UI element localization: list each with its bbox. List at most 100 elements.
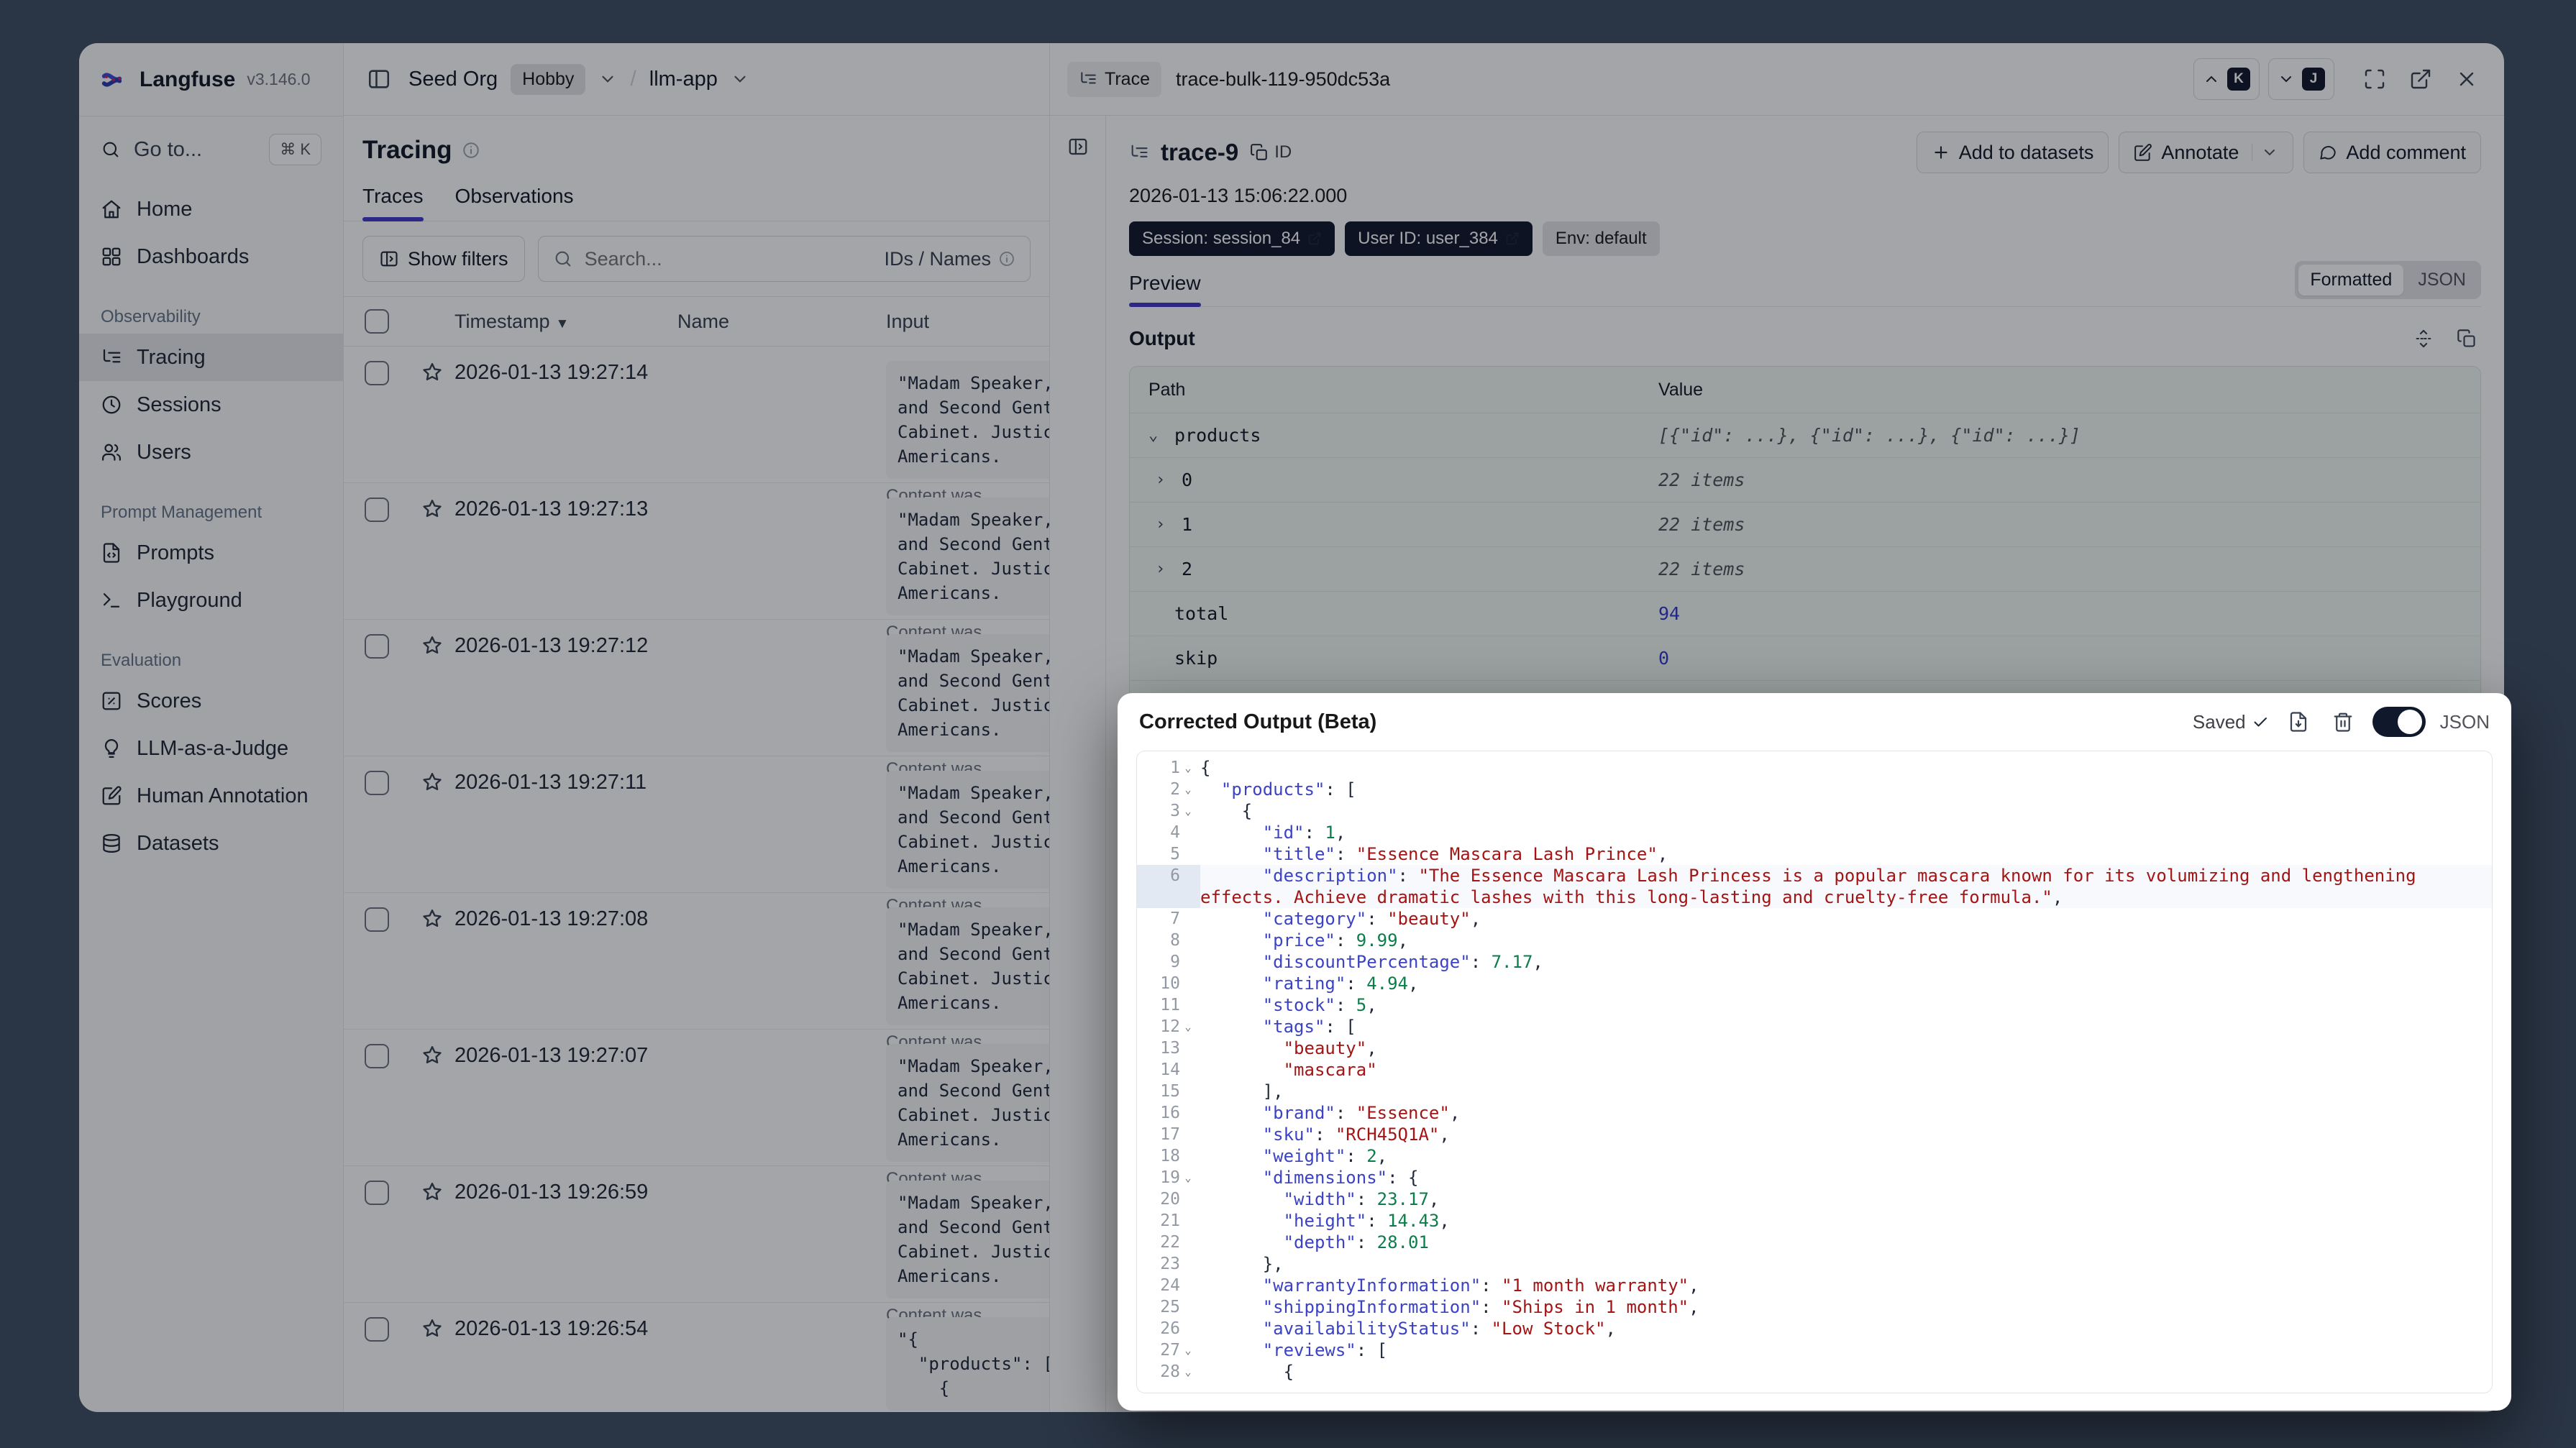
code-line[interactable]: 3 ⌄ { — [1137, 800, 2492, 822]
json-toggle[interactable] — [2372, 707, 2426, 737]
line-number: 19 — [1160, 1168, 1180, 1187]
line-number: 1 — [1170, 759, 1180, 777]
code-text: }, — [1200, 1254, 1284, 1274]
dialog-title: Corrected Output (Beta) — [1139, 710, 1377, 733]
line-number: 18 — [1160, 1147, 1180, 1165]
line-gutter: 15 — [1137, 1081, 1200, 1102]
trash-icon[interactable] — [2328, 707, 2358, 737]
code-line[interactable]: 9 "discountPercentage": 7.17, — [1137, 951, 2492, 973]
code-text: "availabilityStatus": "Low Stock", — [1262, 1319, 1616, 1339]
fold-chevron-icon[interactable]: ⌄ — [1180, 757, 1196, 779]
code-line[interactable]: 1 ⌄{ — [1137, 757, 2492, 779]
code-text: "dimensions": { — [1262, 1168, 1419, 1188]
code-line[interactable]: 23 }, — [1137, 1253, 2492, 1275]
code-line[interactable]: 21 "height": 14.43, — [1137, 1210, 2492, 1232]
code-text: "products": [ — [1220, 779, 1356, 799]
line-gutter: 16 — [1137, 1102, 1200, 1124]
no-icon — [1180, 1145, 1196, 1167]
fold-chevron-icon[interactable]: ⌄ — [1180, 779, 1196, 800]
no-icon — [1180, 865, 1196, 908]
code-line[interactable]: 22 "depth": 28.01 — [1137, 1232, 2492, 1253]
line-gutter: 13 — [1137, 1037, 1200, 1059]
code-text: "mascara" — [1283, 1060, 1377, 1080]
code-text: "price": 9.99, — [1262, 930, 1409, 950]
fold-chevron-icon[interactable]: ⌄ — [1180, 800, 1196, 822]
line-gutter: 8 — [1137, 930, 1200, 951]
code-line[interactable]: 24 "warrantyInformation": "1 month warra… — [1137, 1275, 2492, 1296]
code-text: "discountPercentage": 7.17, — [1262, 952, 1543, 972]
no-icon — [1180, 1296, 1196, 1318]
code-line[interactable]: 14 "mascara" — [1137, 1059, 2492, 1081]
code-line[interactable]: 25 "shippingInformation": "Ships in 1 mo… — [1137, 1296, 2492, 1318]
code-line[interactable]: 13 "beauty", — [1137, 1037, 2492, 1059]
line-number: 8 — [1170, 931, 1180, 950]
code-text: "weight": 2, — [1262, 1146, 1388, 1166]
line-number: 10 — [1160, 974, 1180, 993]
line-gutter: 28 ⌄ — [1137, 1361, 1200, 1383]
line-number: 26 — [1160, 1319, 1180, 1338]
line-number: 12 — [1160, 1017, 1180, 1036]
code-line[interactable]: 8 "price": 9.99, — [1137, 930, 2492, 951]
code-text: "category": "beauty", — [1262, 909, 1481, 929]
no-icon — [1180, 1318, 1196, 1339]
code-line[interactable]: 26 "availabilityStatus": "Low Stock", — [1137, 1318, 2492, 1339]
code-line[interactable]: 18 "weight": 2, — [1137, 1145, 2492, 1167]
code-text: "brand": "Essence", — [1262, 1103, 1461, 1123]
line-number: 20 — [1160, 1190, 1180, 1209]
line-number: 2 — [1170, 780, 1180, 799]
code-text: "height": 14.43, — [1283, 1211, 1450, 1231]
code-line[interactable]: 20 "width": 23.17, — [1137, 1188, 2492, 1210]
no-icon — [1180, 843, 1196, 865]
code-line[interactable]: 2 ⌄ "products": [ — [1137, 779, 2492, 800]
line-gutter: 11 — [1137, 994, 1200, 1016]
code-line[interactable]: 5 "title": "Essence Mascara Lash Prince"… — [1137, 843, 2492, 865]
code-line[interactable]: 4 "id": 1, — [1137, 822, 2492, 843]
code-line[interactable]: 28 ⌄ { — [1137, 1361, 2492, 1383]
line-gutter: 18 — [1137, 1145, 1200, 1167]
code-line[interactable]: 16 "brand": "Essence", — [1137, 1102, 2492, 1124]
code-line[interactable]: 12 ⌄ "tags": [ — [1137, 1016, 2492, 1037]
code-line[interactable]: 6 "description": "The Essence Mascara La… — [1137, 865, 2492, 908]
fold-chevron-icon[interactable]: ⌄ — [1180, 1167, 1196, 1188]
code-text: "reviews": [ — [1262, 1340, 1388, 1360]
fold-chevron-icon[interactable]: ⌄ — [1180, 1016, 1196, 1037]
code-line[interactable]: 17 "sku": "RCH45Q1A", — [1137, 1124, 2492, 1145]
export-file-icon[interactable] — [2283, 707, 2314, 737]
code-text: "warrantyInformation": "1 month warranty… — [1262, 1275, 1699, 1296]
line-number: 27 — [1160, 1341, 1180, 1360]
code-line[interactable]: 15 ], — [1137, 1081, 2492, 1102]
line-gutter: 27 ⌄ — [1137, 1339, 1200, 1361]
no-icon — [1180, 1210, 1196, 1232]
line-number: 22 — [1160, 1233, 1180, 1252]
code-line[interactable]: 19 ⌄ "dimensions": { — [1137, 1167, 2492, 1188]
no-icon — [1180, 1037, 1196, 1059]
line-gutter: 24 — [1137, 1275, 1200, 1296]
line-number: 3 — [1170, 802, 1180, 820]
line-number: 14 — [1160, 1060, 1180, 1079]
line-gutter: 25 — [1137, 1296, 1200, 1318]
json-editor[interactable]: 1 ⌄{2 ⌄ "products": [3 ⌄ {4 "id": 1, 5 "titl… — [1136, 751, 2493, 1393]
line-gutter: 3 ⌄ — [1137, 800, 1200, 822]
line-gutter: 14 — [1137, 1059, 1200, 1081]
line-number: 6 — [1170, 866, 1180, 885]
line-gutter: 17 — [1137, 1124, 1200, 1145]
line-number: 17 — [1160, 1125, 1180, 1144]
code-line[interactable]: 11 "stock": 5, — [1137, 994, 2492, 1016]
fold-chevron-icon[interactable]: ⌄ — [1180, 1339, 1196, 1361]
fold-chevron-icon[interactable]: ⌄ — [1180, 1361, 1196, 1383]
code-line[interactable]: 10 "rating": 4.94, — [1137, 973, 2492, 994]
no-icon — [1180, 1232, 1196, 1253]
no-icon — [1180, 1081, 1196, 1102]
code-text: "beauty", — [1283, 1038, 1377, 1058]
code-text: "width": 23.17, — [1283, 1189, 1440, 1209]
code-line[interactable]: 27 ⌄ "reviews": [ — [1137, 1339, 2492, 1361]
line-gutter: 6 — [1137, 865, 1200, 908]
no-icon — [1180, 1275, 1196, 1296]
code-text: "stock": 5, — [1262, 995, 1377, 1015]
code-text: "title": "Essence Mascara Lash Prince", — [1262, 844, 1668, 864]
line-gutter: 21 — [1137, 1210, 1200, 1232]
code-line[interactable]: 7 "category": "beauty", — [1137, 908, 2492, 930]
line-number: 7 — [1170, 909, 1180, 928]
line-gutter: 22 — [1137, 1232, 1200, 1253]
code-text: ], — [1200, 1081, 1284, 1101]
